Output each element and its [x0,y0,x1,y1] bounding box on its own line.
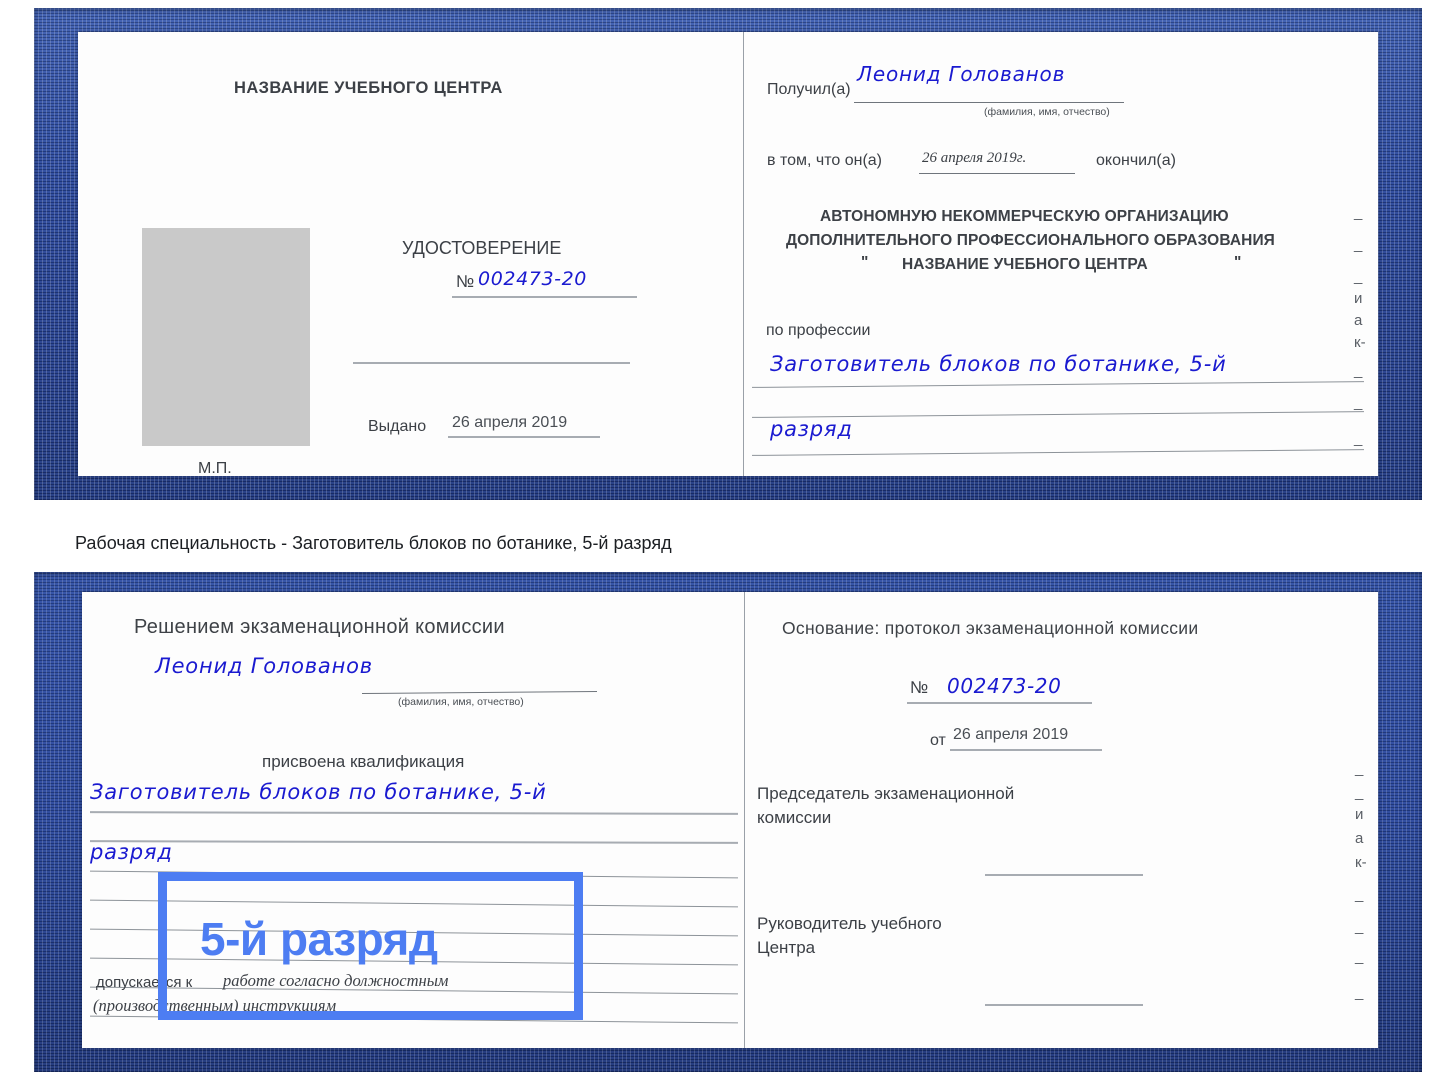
page-caption: Рабочая специальность - Заготовитель бло… [75,533,672,553]
protocol-number-rule [907,702,1092,704]
organization-line-1: АВТОНОМНУЮ НЕКОММЕРЧЕСКУЮ ОРГАНИЗАЦИЮ [820,208,1229,225]
certificate-number-top: 002473-20 [478,268,587,290]
profession-rule-3 [752,449,1364,456]
received-name-value: Леонид Голованов [857,62,1066,86]
issued-label: Выдано [368,418,427,435]
certificate-top-right-page: Получил(а) Леонид Голованов (фамилия, им… [744,32,1378,476]
fio-hint-bottom: (фамилия, имя, отчество) [398,696,524,708]
head-line-1: Руководитель учебного [757,914,942,933]
edge-fragment: _ [1354,430,1363,447]
number-rule-top [452,296,637,298]
edge-fragment: к- [1354,334,1366,351]
edge-fragment: к- [1355,854,1367,871]
profession-label: по профессии [766,322,871,339]
qualification-value-line-1: Заготовитель блоков по ботанике, 5-й [90,780,547,804]
edge-fragment: _ [1354,236,1363,253]
edge-fragment: _ [1355,886,1364,903]
edge-fragment: _ [1354,394,1363,411]
decision-name-rule [362,690,597,695]
received-rule [854,102,1124,103]
profession-value-line-1: Заготовитель блоков по ботанике, 5-й [770,352,1227,376]
edge-fragment: _ [1354,362,1363,379]
certificate-top: НАЗВАНИЕ УЧЕБНОГО ЦЕНТРА УДОСТОВЕРЕНИЕ №… [34,8,1422,500]
issued-rule-top [448,436,600,438]
organization-line-3: НАЗВАНИЕ УЧЕБНОГО ЦЕНТРА [902,256,1148,273]
organization-quote-open: " [861,254,869,271]
from-label: от [930,732,946,749]
edge-fragment: и [1355,806,1364,823]
qualification-value-line-2: разряд [90,840,173,864]
from-date-value: 26 апреля 2019 [953,726,1069,743]
qualification-rule-2 [89,840,739,844]
certificate-top-left-page: НАЗВАНИЕ УЧЕБНОГО ЦЕНТРА УДОСТОВЕРЕНИЕ №… [78,32,743,476]
head-line-2: Центра [757,938,816,957]
number-symbol-top: № [456,272,475,291]
qualification-label: присвоена квалификация [262,752,465,771]
chairman-signature-rule [985,874,1143,876]
edge-fragment: _ [1354,268,1363,285]
completed-label: окончил(а) [1096,152,1176,169]
document-title-udostoverenie: УДОСТОВЕРЕНИЕ [402,238,562,258]
profession-value-line-2: разряд [770,417,853,441]
organization-quote-close: " [1234,254,1242,271]
stamp-label-mp: М.П. [198,460,232,476]
edge-fragment: _ [1354,204,1363,221]
protocol-number-value: 002473-20 [947,674,1062,698]
completed-date-rule [919,173,1075,174]
blank-rule-top [353,362,630,364]
protocol-number-symbol: № [910,678,929,697]
received-label: Получил(а) [767,81,851,98]
edge-fragment: _ [1355,984,1364,1001]
training-center-name-top: НАЗВАНИЕ УЧЕБНОГО ЦЕНТРА [234,79,503,97]
edge-fragment: _ [1355,918,1364,935]
basis-label: Основание: протокол экзаменационной коми… [782,618,1199,638]
issued-date-top: 26 апреля 2019 [452,414,568,431]
qualification-rule-1 [89,811,739,815]
chairman-line-1: Председатель экзаменационной [757,784,1015,803]
certificate-paper-top: НАЗВАНИЕ УЧЕБНОГО ЦЕНТРА УДОСТОВЕРЕНИЕ №… [78,32,1378,476]
photo-placeholder [142,228,310,446]
organization-line-2: ДОПОЛНИТЕЛЬНОГО ПРОФЕССИОНАЛЬНОГО ОБРАЗО… [786,232,1275,249]
edge-fragment: _ [1355,784,1364,801]
decision-title: Решением экзаменационной комиссии [134,616,505,638]
edge-fragment: _ [1355,948,1364,965]
certificate-bottom-right-page: Основание: протокол экзаменационной коми… [745,592,1378,1048]
decision-name-value: Леонид Голованов [155,654,373,678]
from-date-rule [950,749,1102,751]
head-signature-rule [985,1004,1143,1006]
edge-fragment: _ [1355,760,1364,777]
edge-fragment: а [1355,830,1364,847]
fio-hint-top: (фамилия, имя, отчество) [984,106,1110,118]
in-that-label: в том, что он(а) [767,152,882,169]
profession-rule-1 [752,381,1364,388]
highlight-label: 5-й разряд [200,913,438,965]
completed-date-top: 26 апреля 2019г. [922,150,1027,166]
chairman-line-2: комиссии [757,808,832,827]
edge-fragment: и [1354,290,1363,307]
edge-fragment: а [1354,312,1363,329]
